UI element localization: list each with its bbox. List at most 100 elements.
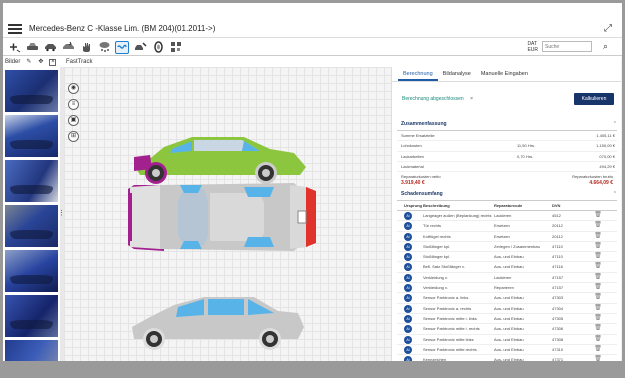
damage-row[interactable]: AI Sensor Parktronic a. links Aus- und Ein… [397,293,617,304]
grid-icon[interactable]: ⊞ [68,131,79,142]
ai-badge: AI [404,304,412,313]
delete-icon[interactable]: 🗑 [588,252,608,261]
description-cell: Sensor Parktronic a. links [423,295,469,301]
vehicle-damage-diagram[interactable] [94,127,334,375]
summary-rows: Summe Ersatzteile 1.405,11 € Lohnkosten 11,… [397,131,617,173]
repair-code-cell: Aus- und Einbau [494,295,524,301]
ai-badge: AI [404,345,412,354]
image-thumbnail[interactable] [5,295,58,337]
calculate-button[interactable]: Kalkulieren [574,93,614,105]
collapse-chevron-icon[interactable]: ⌃ [613,191,617,197]
dismiss-status-icon[interactable]: × [470,96,473,102]
dvn-cell: 47306 [552,326,564,332]
car-damage-icon[interactable] [61,41,75,54]
delete-icon[interactable]: 🗑 [588,304,608,313]
show-icon[interactable]: ◉ [68,83,79,94]
origin-cell: AI [397,252,423,262]
image-thumbnail[interactable] [5,115,58,157]
scrollbar[interactable] [621,57,622,361]
delete-icon[interactable]: 🗑 [588,221,608,230]
delete-icon[interactable]: 🗑 [588,324,608,333]
image-thumbnail[interactable] [5,340,58,361]
repair-code-cell: Aus- und Einbau [494,254,524,260]
rear-bumper-damage[interactable] [306,187,316,247]
tab-bildanalyse[interactable]: Bildanalyse [438,67,476,81]
car-side-icon[interactable] [43,41,57,54]
damage-row[interactable]: AI Langeager außen (Beplankung) rechts Lac… [397,211,617,222]
delete-icon[interactable]: 🗑 [588,283,608,292]
gross-cost-label: Reparaturkosten brutto [572,174,613,180]
origin-cell: AI [397,293,423,303]
image-thumbnail[interactable] [5,250,58,292]
origin-cell: AI [397,232,423,241]
dvn-cell: 47157 [552,274,564,280]
car-tool-icon[interactable] [133,41,147,54]
image-thumbnail[interactable] [5,160,58,202]
summary-label: Summe Ersatzteile [401,133,435,138]
dvn-cell: 47304 [552,305,564,311]
description-cell: Sensor Parktronic mitte i. rechts [423,326,480,332]
damage-row[interactable]: AI Sensor Parktronic mitte rechts Aus- und… [397,345,617,356]
damage-row[interactable]: AI Sensor Parktronic mitte i. rechts Aus- … [397,324,617,335]
search-icon[interactable]: ⌕ [603,41,608,52]
damage-row[interactable]: AI Kotflügel rechts Ersetzen 20112 🗑 [397,232,617,242]
delete-icon[interactable]: 🗑 [588,211,608,220]
tab-manuelle-eingaben[interactable]: Manuelle Eingaben [476,67,533,81]
car-front-icon[interactable] [25,41,39,54]
damage-row[interactable]: AI Befl. Satz Stoßfänger v. Aus- und Einba… [397,262,617,273]
damage-row[interactable]: AI Verkleidung v. Lackieren 47157 🗑 [397,273,617,284]
delete-icon[interactable]: 🗑 [588,293,608,302]
tire-icon[interactable] [151,41,165,54]
delete-icon[interactable]: 🗑 [588,273,608,282]
calculation-base-icon[interactable]: DAT EUR [527,41,538,53]
layers-icon[interactable]: ≡ [68,99,79,110]
damage-row[interactable]: AI Sensor Parktronic mitte links Aus- und … [397,335,617,345]
toolbar: DATEUR ⌕ [3,39,622,56]
delete-icon[interactable]: 🗑 [588,242,608,251]
delete-icon[interactable]: 🗑 [588,232,608,241]
tab-berechnung[interactable]: Berechnung [398,67,438,81]
damage-rows: AI Langeager außen (Beplankung) rechts Lac… [397,211,617,361]
collapse-chevron-icon[interactable]: ⌃ [613,121,617,127]
damage-row[interactable]: AI Sensor Parktronic mitte i. links Aus- u… [397,314,617,325]
summary-value: 494,29 € [599,163,615,169]
image-icon[interactable]: ▣ [68,115,79,126]
image-thumbnail[interactable] [5,205,58,247]
calculation-status: Berechnung abgeschlossen × [402,96,473,102]
fullscreen-icon[interactable]: ⤢ [604,23,616,35]
description-cell: Stoßfänger kpl. [423,243,451,249]
image-thumbnail[interactable] [5,70,58,112]
move-icon[interactable]: ✥ [37,59,44,66]
repair-code-cell: Aus- und Einbau [494,326,524,332]
calculation-panel: Berechnung Bildanalyse Manuelle Eingaben… [391,67,622,361]
damage-row[interactable]: AI Sensor Parktronic a. rechts Aus- und Ei… [397,304,617,314]
parts-grid-icon[interactable] [169,41,183,54]
vehicle-graphic-canvas[interactable]: ◉ ≡ ▣ ⊞ [64,67,391,361]
damage-row[interactable]: AI Verkleidung v. Reparieren 47157 🗑 [397,283,617,294]
close-panel-icon[interactable]: × [49,58,57,66]
summary-value: 1.150,00 € [596,143,615,149]
delete-icon[interactable]: 🗑 [588,314,608,323]
delete-icon[interactable]: 🗑 [588,335,608,344]
summary-row: Lohnkosten 11,50 Hrs. 1.150,00 € [397,141,617,152]
image-filter-icon[interactable]: ✎ [25,59,32,66]
damage-row[interactable]: AI Stoßfänger kpl. Aus- und Einbau 47110 🗑 [397,252,617,263]
origin-cell: AI [397,273,423,282]
damage-row[interactable]: AI Stoßfänger kpl. Zerlegen / Zusammenbau 4… [397,242,617,253]
damage-header[interactable]: Schadensumfang ⌃ [397,188,617,201]
hamburger-menu-icon[interactable] [8,23,22,34]
damage-row[interactable]: AI Tür rechts Ersetzen 20112 🗑 [397,221,617,232]
delete-icon[interactable]: 🗑 [588,262,608,271]
repair-code-cell: Aus- und Einbau [494,336,524,342]
hail-icon[interactable] [97,41,111,54]
ai-analysis-icon[interactable] [115,40,129,54]
summary-header[interactable]: Zusammenfassung ⌃ [397,118,617,131]
description-cell: Langeager außen (Beplankung) rechts [423,213,492,218]
add-damage-icon[interactable] [7,41,21,54]
search-input[interactable] [542,41,592,52]
origin-cell: AI [397,262,423,272]
delete-icon[interactable]: 🗑 [588,345,608,354]
summary-qty [517,162,572,171]
hand-icon[interactable] [79,41,93,54]
col-dvn: DVN [552,203,561,208]
